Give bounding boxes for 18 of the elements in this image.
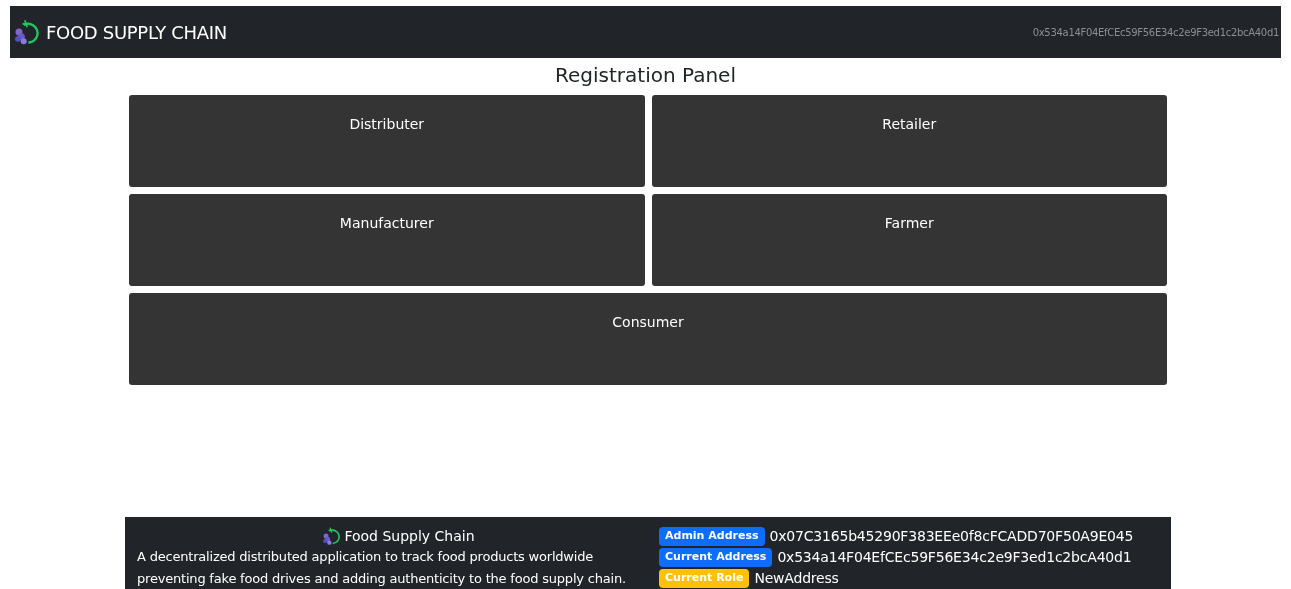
footer-description: A decentralized distributed application to track food products worldwide preventing fake food drives and adding authenticity to the food supply chain. (137, 548, 627, 588)
grape-logo-icon (12, 18, 40, 46)
label-badge: Current Role (659, 569, 750, 588)
brand-title[interactable]: FOOD SUPPLY CHAIN (46, 18, 228, 46)
role-card[interactable]: Manufacturer (129, 194, 645, 286)
label-badge: Current Address (659, 548, 773, 567)
detail-value: NewAddress (754, 569, 839, 588)
label-badge: Admin Address (659, 527, 765, 546)
account-address: 0x534a14F04EfCEc59F56E34c2e9F3ed1c2bcA40d1 (1032, 25, 1279, 40)
detail-value: 0x534a14F04EfCEc59F56E34c2e9F3ed1c2bcA40d1 (777, 548, 1132, 567)
grape-logo-icon (321, 526, 342, 546)
role-card[interactable]: Retailer (651, 95, 1167, 187)
footer-title: Food Supply Chain (344, 527, 475, 546)
role-card[interactable]: Distributer (129, 95, 645, 187)
role-card[interactable]: Farmer (651, 194, 1167, 286)
role-card[interactable]: Consumer (129, 293, 1167, 385)
detail-value: 0x07C3165b45290F383EEe0f8cFCADD70F50A9E045 (769, 527, 1134, 546)
panel-title: Registration Panel (554, 62, 737, 89)
